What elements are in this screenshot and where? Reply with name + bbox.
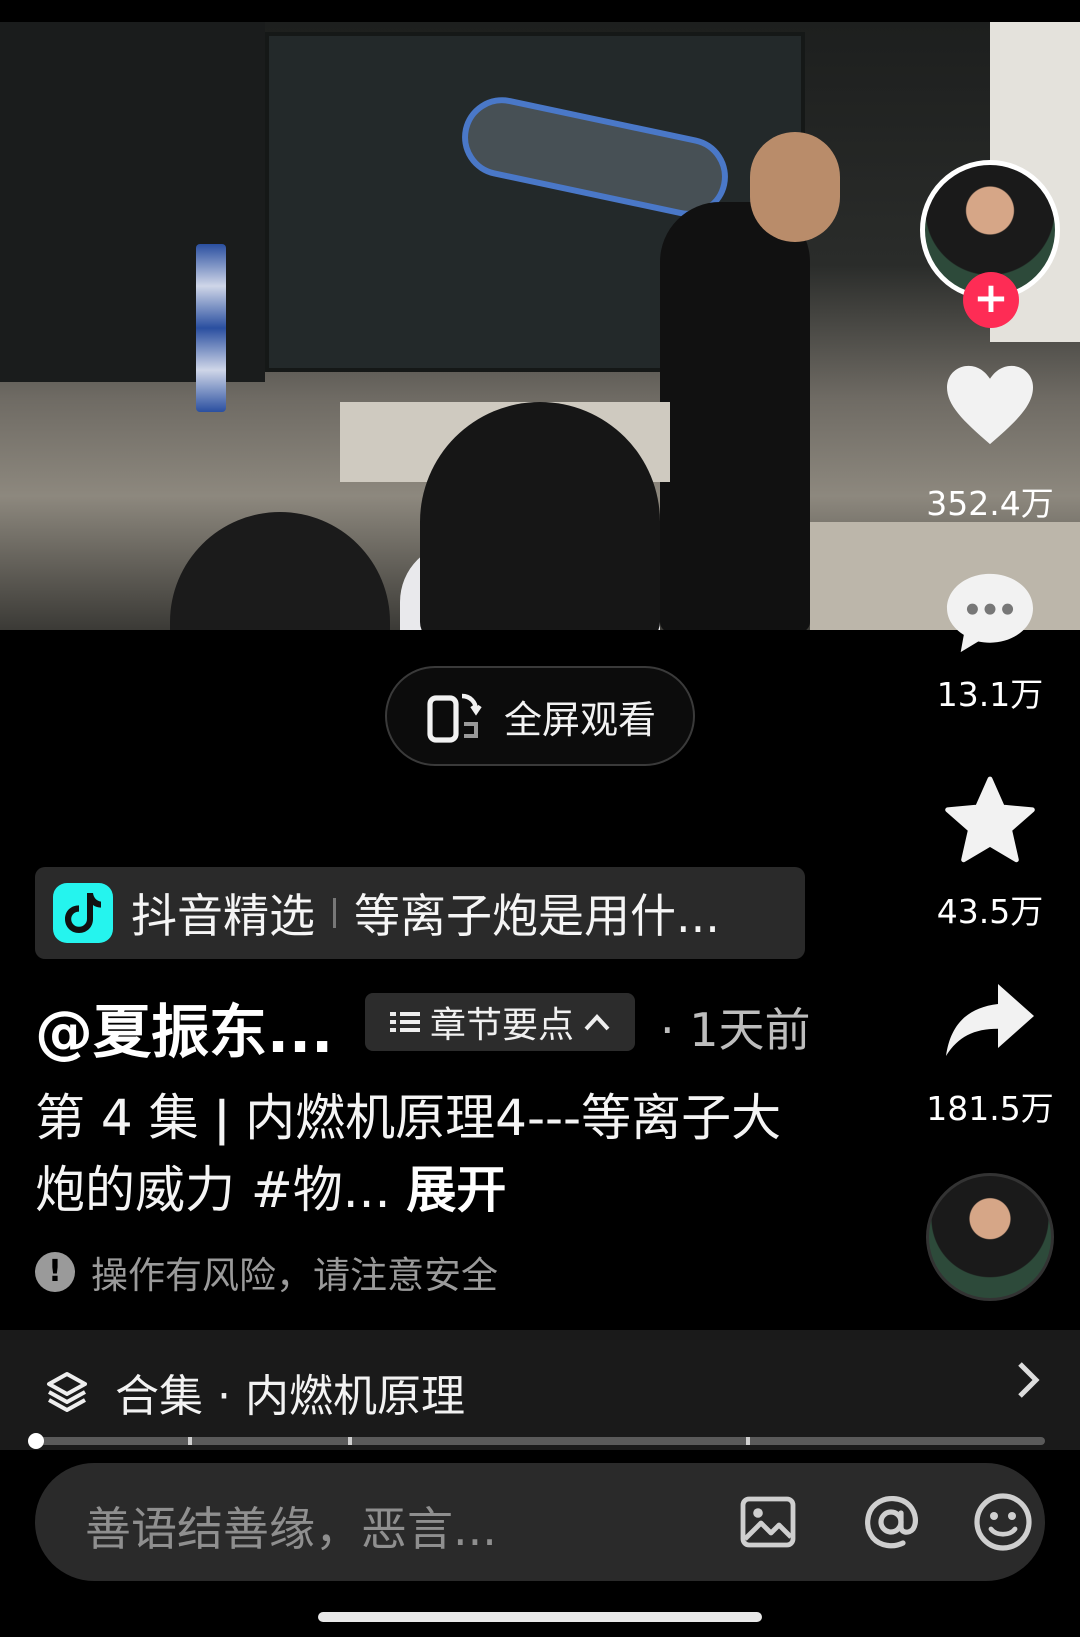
collection-bar[interactable]: 合集 · 内燃机原理: [0, 1330, 1080, 1450]
chapter-marker: [348, 1437, 352, 1445]
source-badge[interactable]: 抖音精选 等离子炮是用什...: [35, 867, 805, 959]
chapter-points-button[interactable]: 章节要点: [365, 993, 635, 1051]
author-name[interactable]: @夏振东...: [35, 985, 333, 1069]
douyin-logo-icon: [53, 883, 113, 943]
follow-button[interactable]: +: [963, 272, 1019, 328]
chapter-marker: [746, 1437, 750, 1445]
video-scene-can-stack: [196, 244, 226, 412]
share-arrow-icon: [946, 984, 1034, 1056]
comment-input[interactable]: 善语结善缘，恶言...: [35, 1463, 1045, 1581]
comment-bubble-icon: [947, 573, 1033, 653]
chevron-right-icon: [1016, 1360, 1040, 1411]
at-icon[interactable]: [858, 1489, 924, 1555]
progress-handle[interactable]: [28, 1433, 44, 1449]
image-icon[interactable]: [735, 1489, 801, 1555]
risk-warning: ! 操作有风险，请注意安全: [35, 1245, 498, 1299]
expand-button[interactable]: 展开: [406, 1161, 506, 1219]
plus-icon: +: [973, 273, 1009, 322]
like-button[interactable]: [930, 362, 1050, 452]
video-scene-student: [170, 512, 390, 630]
like-count: 352.4万: [926, 484, 1054, 523]
list-icon: [389, 1012, 420, 1032]
heart-icon: [947, 365, 1033, 445]
video-progress-track[interactable]: [35, 1437, 1045, 1445]
video-scene-teacher-head: [750, 132, 840, 242]
chevron-up-icon: [584, 1014, 610, 1031]
source-name: 抖音精选: [131, 889, 315, 943]
favorite-button[interactable]: [930, 775, 1050, 871]
fullscreen-button[interactable]: 全屏观看: [385, 666, 695, 766]
source-divider: [333, 898, 336, 928]
chapter-points-label: 章节要点: [429, 1005, 574, 1046]
video-scene-teacher: [660, 202, 810, 630]
video-description[interactable]: 第 4 集 ǀ 内燃机原理4---等离子大炮的威力 #物... 展开: [35, 1082, 815, 1226]
video-scene-student-head: [420, 402, 660, 630]
post-time: · 1天前: [660, 1003, 811, 1057]
comment-count: 13.1万: [936, 675, 1044, 714]
video-player[interactable]: [0, 22, 1080, 630]
emoji-icon[interactable]: [970, 1489, 1036, 1555]
source-title: 等离子炮是用什...: [354, 889, 720, 943]
rotate-screen-icon: [427, 693, 482, 743]
fullscreen-label: 全屏观看: [503, 697, 656, 742]
collection-label: 合集 · 内燃机原理: [115, 1371, 465, 1422]
home-indicator[interactable]: [318, 1612, 762, 1622]
share-count: 181.5万: [926, 1089, 1054, 1128]
exclamation-icon: !: [35, 1252, 75, 1292]
favorite-count: 43.5万: [936, 892, 1044, 931]
layers-icon: [47, 1372, 87, 1412]
risk-warning-text: 操作有风险，请注意安全: [91, 1254, 498, 1297]
comment-placeholder: 善语结善缘，恶言...: [85, 1502, 497, 1556]
star-icon: [945, 776, 1035, 863]
share-button[interactable]: [930, 980, 1050, 1064]
comment-button[interactable]: [930, 570, 1050, 660]
chapter-marker: [188, 1437, 192, 1445]
music-disc-avatar[interactable]: [926, 1173, 1054, 1301]
